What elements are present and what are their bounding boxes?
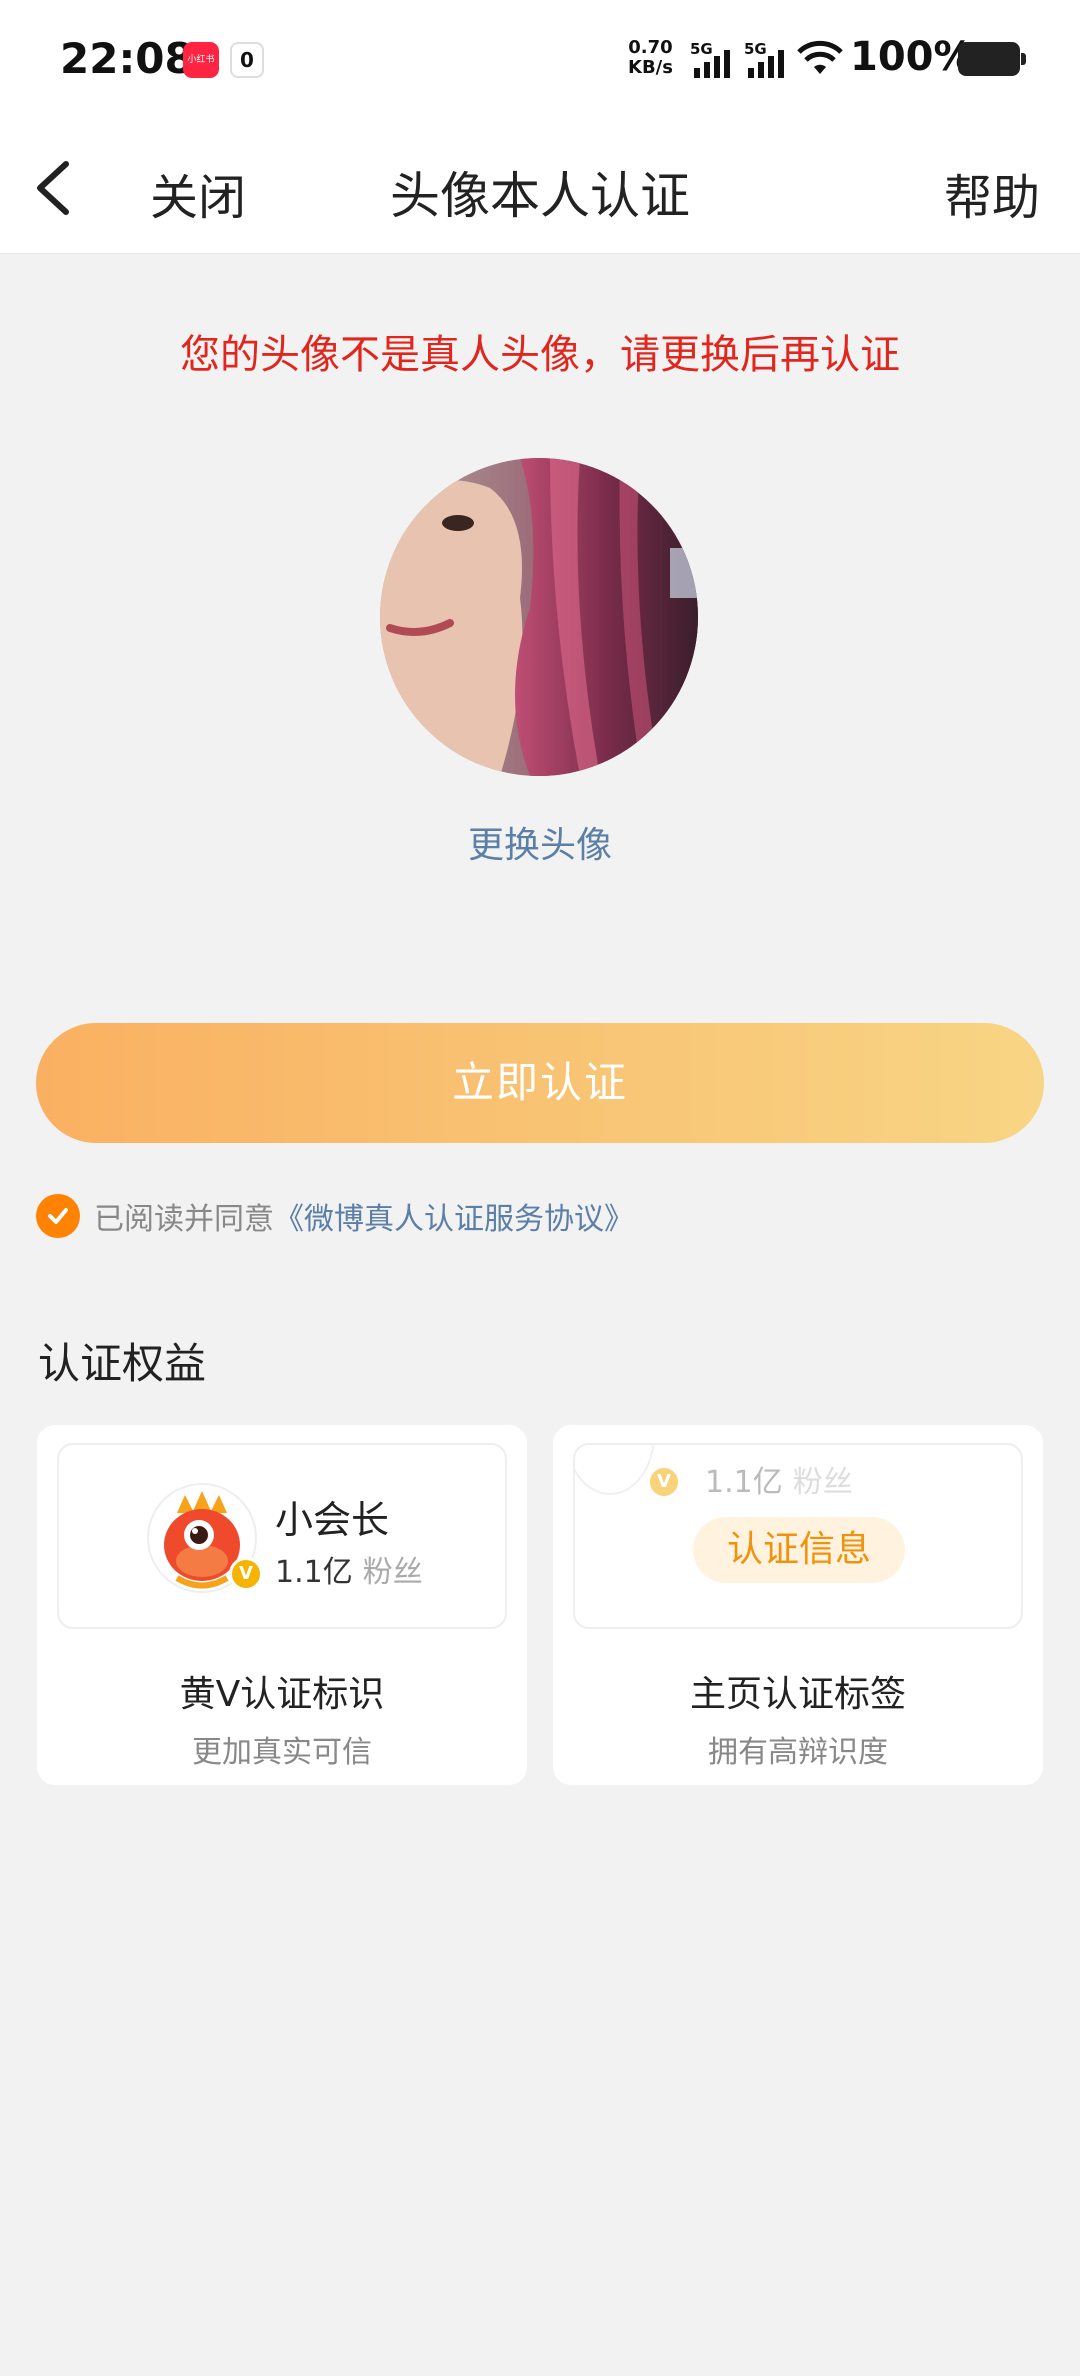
benefit-description: 更加真实可信: [192, 1735, 372, 1770]
demo-fans: 1.1亿 粉丝: [275, 1547, 423, 1591]
benefit-preview: V 1.1亿 粉丝 认证信息: [573, 1443, 1023, 1629]
signal-5g-icon: 5G: [744, 40, 784, 78]
benefit-description: 拥有高辩识度: [708, 1735, 888, 1770]
help-button[interactable]: 帮助: [944, 158, 1040, 228]
status-time: 22:08: [60, 34, 194, 83]
demo-fans-count: 1.1亿: [275, 1555, 353, 1590]
wifi-icon: [797, 40, 843, 74]
yellow-v-badge-icon: V: [229, 1557, 263, 1591]
avatar-outline: [575, 1445, 655, 1495]
signal1-label: 5G: [690, 40, 713, 58]
app-notification-icon: 0: [230, 42, 264, 78]
demo-fans-label: 粉丝: [792, 1465, 853, 1500]
avatar-image: [380, 458, 698, 776]
yellow-v-badge-icon: V: [647, 1465, 681, 1499]
verify-now-button[interactable]: 立即认证: [36, 1023, 1044, 1143]
battery-percentage: 100%: [850, 34, 974, 80]
benefit-card-profile-tag: V 1.1亿 粉丝 认证信息 主页认证标签 拥有高辩识度: [553, 1425, 1043, 1785]
avatar-warning-text: 您的头像不是真人头像，请更换后再认证: [180, 332, 900, 378]
agreement-link[interactable]: 《微博真人认证服务协议》: [274, 1194, 634, 1238]
status-bar: 22:08 小红书 0 0.70 KB/s 5G 5G 100%: [0, 0, 1080, 120]
change-avatar-row: 更换头像: [0, 816, 1080, 868]
benefit-name: 主页认证标签: [689, 1674, 906, 1715]
demo-username: 小会长: [275, 1498, 390, 1542]
demo-fans: 1.1亿 粉丝: [705, 1457, 853, 1501]
xiaohongshu-notification-icon: 小红书: [183, 42, 219, 78]
agreement-checkbox[interactable]: [36, 1194, 80, 1238]
change-avatar-link[interactable]: 更换头像: [468, 825, 612, 866]
demo-fans-count: 1.1亿: [705, 1465, 783, 1500]
verification-info-tag: 认证信息: [693, 1517, 905, 1583]
close-button[interactable]: 关闭: [150, 158, 246, 228]
signal2-label: 5G: [744, 40, 767, 58]
network-speed: 0.70 KB/s: [628, 38, 673, 78]
network-speed-unit: KB/s: [628, 57, 673, 78]
benefit-name: 黄V认证标识: [179, 1674, 385, 1715]
benefit-preview: V 小会长 1.1亿 粉丝: [57, 1443, 507, 1629]
avatar[interactable]: [380, 458, 698, 776]
battery-icon: [958, 42, 1026, 76]
agreement-prefix: 已阅读并同意: [94, 1202, 274, 1237]
signal-5g-icon: 5G: [690, 40, 730, 78]
benefits-title: 认证权益: [38, 1339, 207, 1388]
benefit-card-yellow-v: V 小会长 1.1亿 粉丝 黄V认证标识 更加真实可信: [37, 1425, 527, 1785]
agreement-row: 已阅读并同意 《微博真人认证服务协议》: [36, 1194, 634, 1238]
checkmark-icon: [48, 1208, 68, 1224]
nav-bar: 关闭 头像本人认证 帮助: [0, 120, 1080, 254]
demo-fans-label: 粉丝: [362, 1555, 423, 1590]
network-speed-value: 0.70: [628, 37, 673, 58]
chevron-left-icon[interactable]: [30, 156, 80, 220]
